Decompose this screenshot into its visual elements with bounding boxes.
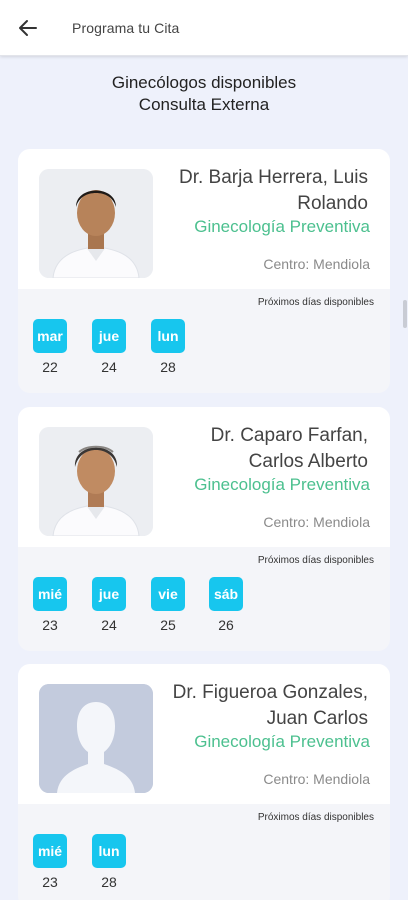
doctor-card[interactable]: Dr. Barja Herrera, Luis Rolando Ginecolo… (18, 149, 390, 393)
day-number: 23 (42, 874, 58, 890)
day-option[interactable]: lun 28 (92, 834, 126, 890)
next-days-label: Próximos días disponibles (257, 812, 374, 823)
arrow-left-icon (19, 19, 37, 36)
day-option[interactable]: mié 23 (33, 577, 67, 633)
day-number: 24 (101, 359, 117, 375)
scrollbar-thumb[interactable] (403, 300, 407, 328)
day-number: 28 (101, 874, 117, 890)
availability-section: Próximos días disponibles mar 22 jue 24 … (18, 289, 390, 393)
doctor-card[interactable]: Dr. Figueroa Gonzales, Juan Carlos Ginec… (18, 664, 390, 900)
doctor-specialty: Ginecología Preventiva (194, 475, 370, 494)
doctor-specialty: Ginecología Preventiva (194, 217, 370, 236)
doctor-center: Centro: Mendiola (263, 256, 370, 272)
day-number: 25 (160, 617, 176, 633)
doctor-card-header: Dr. Figueroa Gonzales, Juan Carlos Ginec… (18, 664, 390, 804)
doctor-specialty: Ginecología Preventiva (194, 732, 370, 751)
doctor-name: Dr. Caparo Farfan, Carlos Alberto (210, 425, 368, 472)
day-number: 24 (101, 617, 117, 633)
day-number: 26 (218, 617, 234, 633)
doctor-portrait-image (39, 169, 153, 278)
day-of-week-chip: mié (33, 834, 67, 868)
day-option[interactable]: mié 23 (33, 834, 67, 890)
doctor-card[interactable]: Dr. Caparo Farfan, Carlos Alberto Gineco… (18, 407, 390, 651)
day-option[interactable]: sáb 26 (209, 577, 243, 633)
doctor-card-header: Dr. Barja Herrera, Luis Rolando Ginecolo… (18, 149, 390, 289)
doctor-center: Centro: Mendiola (263, 771, 370, 787)
app-bar: Programa tu Cita (0, 0, 408, 56)
doctor-photo (39, 684, 153, 793)
day-of-week-chip: jue (92, 319, 126, 353)
day-option[interactable]: jue 24 (92, 319, 126, 375)
app-bar-title: Programa tu Cita (72, 19, 180, 36)
day-option[interactable]: jue 24 (92, 577, 126, 633)
day-option[interactable]: vie 25 (151, 577, 185, 633)
day-of-week-chip: sáb (209, 577, 243, 611)
day-of-week-chip: mar (33, 319, 67, 353)
doctor-name: Dr. Barja Herrera, Luis Rolando (178, 167, 368, 214)
day-option[interactable]: lun 28 (151, 319, 185, 375)
day-of-week-chip: mié (33, 577, 67, 611)
day-of-week-chip: jue (92, 577, 126, 611)
day-number: 22 (42, 359, 58, 375)
day-number: 28 (160, 359, 176, 375)
doctor-photo (39, 427, 153, 536)
day-number: 23 (42, 617, 58, 633)
availability-section: Próximos días disponibles mié 23 jue 24 … (18, 547, 390, 651)
heading-title: Ginecólogos disponibles (111, 73, 297, 92)
next-days-label: Próximos días disponibles (257, 555, 374, 566)
doctor-photo (39, 169, 153, 278)
doctor-name: Dr. Figueroa Gonzales, Juan Carlos (172, 682, 368, 729)
doctor-portrait-image (39, 427, 153, 536)
page-heading: Ginecólogos disponibles Consulta Externa (0, 72, 408, 116)
heading-subtitle: Consulta Externa (138, 95, 270, 114)
day-option[interactable]: mar 22 (33, 319, 67, 375)
next-days-label: Próximos días disponibles (257, 297, 374, 308)
back-button[interactable] (0, 0, 56, 56)
availability-section: Próximos días disponibles mié 23 lun 28 (18, 804, 390, 900)
day-of-week-chip: lun (151, 319, 185, 353)
day-of-week-chip: lun (92, 834, 126, 868)
avatar-placeholder-icon (39, 684, 153, 793)
doctor-center: Centro: Mendiola (263, 514, 370, 530)
day-of-week-chip: vie (151, 577, 185, 611)
doctor-card-header: Dr. Caparo Farfan, Carlos Alberto Gineco… (18, 407, 390, 547)
